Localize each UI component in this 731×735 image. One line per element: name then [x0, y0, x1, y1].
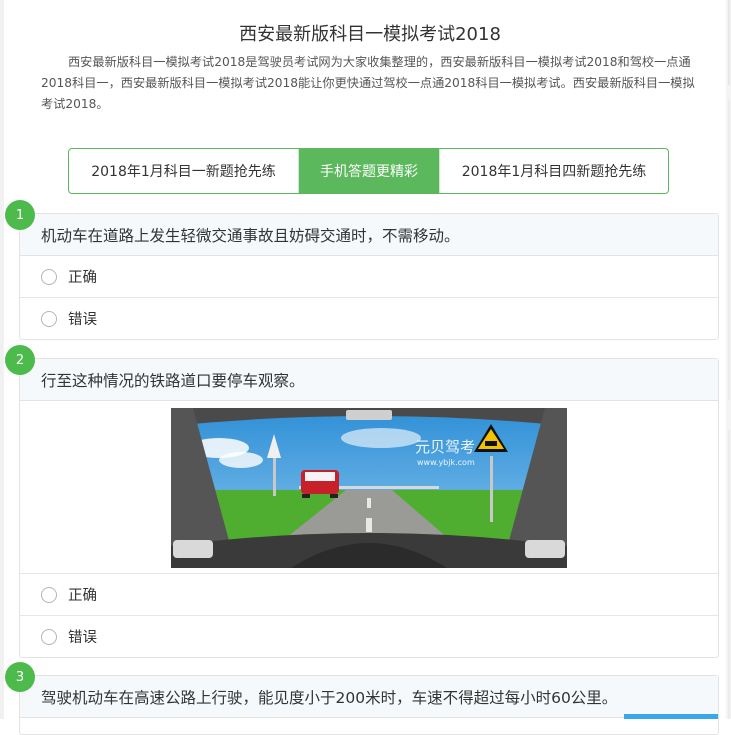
question-card: 驾驶机动车在高速公路上行驶，能见度小于200米时，车速不得超过每小时60公里。: [19, 675, 719, 735]
right-sidebar-edge: [726, 0, 731, 719]
option-true[interactable]: 正确: [20, 574, 718, 616]
tab-subject1-new[interactable]: 2018年1月科目一新题抢先练: [69, 149, 299, 193]
question-image-row: 元贝驾考 www.ybjk.com: [20, 401, 718, 574]
radio-button[interactable]: [41, 310, 57, 327]
sidebar-accent-bar: [624, 714, 718, 719]
tab-subject4-new[interactable]: 2018年1月科目四新题抢先练: [439, 149, 668, 193]
option-true[interactable]: 正确: [20, 256, 718, 298]
page-title: 西安最新版科目一模拟考试2018: [239, 24, 501, 45]
radio-button[interactable]: [41, 586, 57, 603]
image-watermark-url: www.ybjk.com: [417, 458, 475, 467]
tab-mobile-answer[interactable]: 手机答题更精彩: [299, 149, 439, 193]
option-label: 正确: [68, 270, 97, 286]
radio-button[interactable]: [41, 628, 57, 645]
question-number-badge: 2: [5, 345, 35, 375]
question-number-badge: 3: [5, 662, 35, 692]
radio-button[interactable]: [41, 268, 57, 285]
railway-crossing-image: 元贝驾考 www.ybjk.com: [171, 408, 567, 568]
option-false[interactable]: 错误: [20, 616, 718, 657]
question-text: 行至这种情况的铁路道口要停车观察。: [20, 359, 718, 401]
question-text: 机动车在道路上发生轻微交通事故且妨碍交通时，不需移动。: [20, 214, 718, 256]
question-card: 行至这种情况的铁路道口要停车观察。 元贝驾考 www.ybjk.com 正确 错…: [19, 358, 719, 658]
option-label: 正确: [68, 588, 97, 604]
question-card: 机动车在道路上发生轻微交通事故且妨碍交通时，不需移动。 正确 错误: [19, 213, 719, 340]
option-label: 错误: [68, 312, 97, 328]
question-number-badge: 1: [5, 200, 35, 230]
page-intro: 西安最新版科目一模拟考试2018是驾驶员考试网为大家收集整理的，西安最新版科目一…: [41, 55, 695, 111]
option-label: 错误: [68, 630, 97, 646]
tab-bar: 2018年1月科目一新题抢先练 手机答题更精彩 2018年1月科目四新题抢先练: [68, 148, 669, 194]
left-border: [0, 0, 4, 719]
question-text: 驾驶机动车在高速公路上行驶，能见度小于200米时，车速不得超过每小时60公里。: [20, 676, 718, 718]
option-false[interactable]: 错误: [20, 298, 718, 339]
image-watermark-title: 元贝驾考: [415, 438, 475, 456]
